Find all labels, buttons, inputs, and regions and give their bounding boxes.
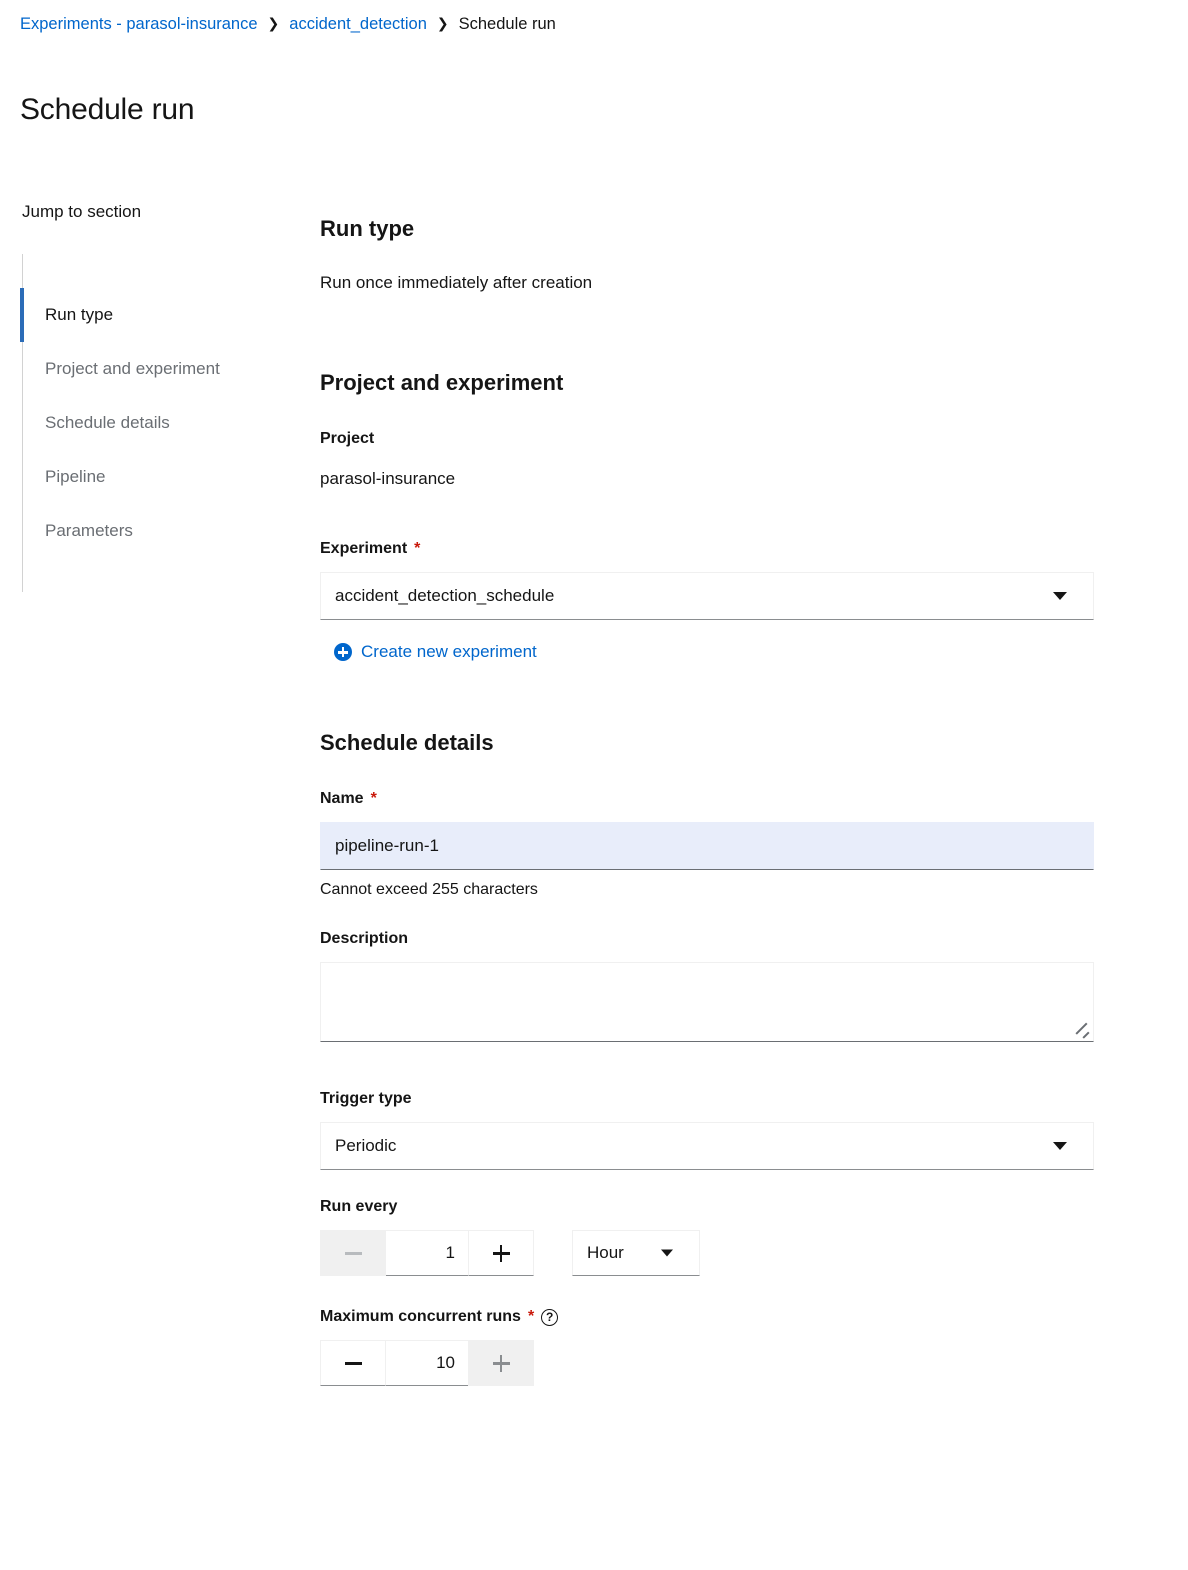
trigger-type-select[interactable]: Periodic xyxy=(320,1122,1094,1171)
breadcrumb-chevron-icon: ❯ xyxy=(436,15,449,31)
description-textarea[interactable] xyxy=(320,962,1094,1043)
run-every-unit-value: Hour xyxy=(587,1243,624,1263)
breadcrumb-item-current: Schedule run xyxy=(458,15,556,33)
name-input-value: pipeline-run-1 xyxy=(335,836,439,856)
breadcrumb: Experiments - parasol-insurance ❯ accide… xyxy=(20,14,556,34)
experiment-label: Experiment * xyxy=(320,540,421,558)
plus-icon xyxy=(492,1354,510,1372)
trigger-type-select-value: Periodic xyxy=(335,1136,397,1156)
chevron-down-icon xyxy=(1053,1142,1067,1151)
run-every-label: Run every xyxy=(320,1198,398,1216)
run-every-unit-select[interactable]: Hour xyxy=(572,1230,700,1277)
run-every-value-input[interactable]: 1 xyxy=(386,1230,468,1277)
description-label: Description xyxy=(320,930,409,948)
trigger-type-label: Trigger type xyxy=(320,1090,412,1108)
sidebar-item-label: Parameters xyxy=(45,521,133,540)
sidebar-item-label: Project and experiment xyxy=(45,359,220,378)
max-concurrent-value: 10 xyxy=(436,1353,455,1373)
page-title: Schedule run xyxy=(20,93,195,127)
required-asterisk: * xyxy=(527,1308,535,1326)
plus-circle-icon xyxy=(334,643,352,662)
chevron-down-icon xyxy=(1053,592,1067,601)
sidebar-item-label: Schedule details xyxy=(45,413,170,432)
run-type-heading: Run type xyxy=(320,216,415,242)
required-asterisk: * xyxy=(370,790,377,808)
project-label: Project xyxy=(320,430,375,448)
breadcrumb-item-experiments[interactable]: Experiments - parasol-insurance xyxy=(20,14,258,34)
project-value: parasol-insurance xyxy=(320,469,456,489)
schedule-run-page: Experiments - parasol-insurance ❯ accide… xyxy=(0,0,1188,1570)
minus-icon xyxy=(344,1361,362,1365)
help-circle-icon[interactable]: ? xyxy=(541,1308,559,1326)
plus-icon xyxy=(492,1244,510,1262)
name-label: Name * xyxy=(320,790,377,808)
sidebar-item-run-type[interactable]: Run type xyxy=(20,288,292,342)
resize-handle-icon[interactable] xyxy=(1075,1022,1090,1039)
max-concurrent-runs-controls: 10 xyxy=(320,1340,1094,1387)
run-every-value: 1 xyxy=(445,1243,455,1263)
sidebar-item-schedule-details[interactable]: Schedule details xyxy=(23,396,292,450)
experiment-select-value: accident_detection_schedule xyxy=(335,586,555,606)
sidebar-item-label: Run type xyxy=(45,305,114,324)
jump-list-bottom-spacer xyxy=(23,558,292,592)
chevron-down-icon xyxy=(661,1249,673,1257)
run-every-stepper: 1 xyxy=(320,1230,534,1277)
breadcrumb-chevron-icon: ❯ xyxy=(267,15,280,31)
run-type-value: Run once immediately after creation xyxy=(320,273,593,293)
minus-icon xyxy=(344,1251,362,1255)
create-new-experiment-label: Create new experiment xyxy=(361,642,537,662)
project-and-experiment-heading: Project and experiment xyxy=(320,370,564,396)
sidebar-item-label: Pipeline xyxy=(45,467,106,486)
schedule-details-heading: Schedule details xyxy=(320,730,494,756)
create-new-experiment-link[interactable]: Create new experiment xyxy=(334,640,537,664)
experiment-select[interactable]: accident_detection_schedule xyxy=(320,572,1094,621)
name-input[interactable]: pipeline-run-1 xyxy=(320,822,1094,871)
max-concurrent-value-input[interactable]: 10 xyxy=(386,1340,468,1387)
sidebar-item-project-and-experiment[interactable]: Project and experiment xyxy=(23,342,292,396)
run-every-decrement-button[interactable] xyxy=(320,1230,386,1277)
sidebar-item-pipeline[interactable]: Pipeline xyxy=(23,450,292,504)
run-every-controls: 1 Hour xyxy=(320,1230,1094,1277)
max-concurrent-stepper: 10 xyxy=(320,1340,1094,1387)
breadcrumb-item-accident-detection[interactable]: accident_detection xyxy=(289,14,427,34)
jump-to-section-title: Jump to section xyxy=(22,202,142,221)
max-concurrent-increment-button[interactable] xyxy=(468,1340,534,1387)
max-concurrent-decrement-button[interactable] xyxy=(320,1340,386,1387)
jump-to-section-list: Run type Project and experiment Schedule… xyxy=(20,254,292,592)
run-every-increment-button[interactable] xyxy=(468,1230,534,1277)
name-hint: Cannot exceed 255 characters xyxy=(320,881,538,899)
form-content: Run type Run once immediately after crea… xyxy=(320,196,1094,1387)
max-concurrent-runs-label: Maximum concurrent runs * ? xyxy=(320,1306,1094,1328)
required-asterisk: * xyxy=(414,540,421,558)
section-project-and-experiment: Project and experiment Project parasol-i… xyxy=(320,368,1094,666)
section-schedule-details: Schedule details Name * pipeline-run-1 C… xyxy=(320,728,1094,1387)
section-run-type: Run type Run once immediately after crea… xyxy=(320,214,1094,296)
sidebar-item-parameters[interactable]: Parameters xyxy=(23,504,292,558)
jump-to-section-nav: Jump to section Run type Project and exp… xyxy=(20,200,292,592)
jump-list-top-spacer xyxy=(23,254,292,288)
